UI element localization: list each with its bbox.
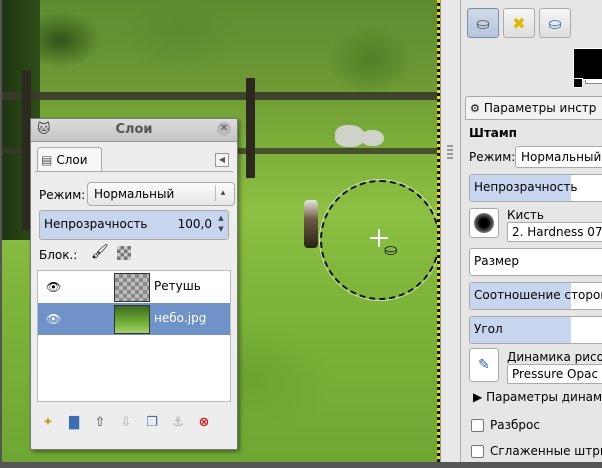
mode-select[interactable]: Нормальный ▴ xyxy=(87,182,235,206)
lower-layer-icon[interactable]: ⇩ xyxy=(115,412,137,432)
raise-layer-icon[interactable]: ⇧ xyxy=(89,412,111,432)
tool-opacity-slider[interactable]: Непрозрачность xyxy=(469,174,602,202)
anchor-layer-icon[interactable]: ⚓ xyxy=(167,412,189,432)
dock-separator[interactable] xyxy=(440,0,462,468)
opacity-slider[interactable]: Непрозрачность 100,0 ▲ ▼ xyxy=(39,210,229,240)
tool-opacity-label: Непрозрачность xyxy=(474,180,578,194)
window-frame-bottom xyxy=(0,462,602,468)
dynamics-select[interactable]: Pressure Opac xyxy=(507,364,602,384)
eye-icon[interactable]: 👁 xyxy=(46,280,62,294)
angle-label: Угол xyxy=(474,322,503,336)
size-label: Размер xyxy=(474,254,520,268)
dynamics-options-label: Параметры динам xyxy=(486,390,602,404)
lock-alpha-icon[interactable] xyxy=(117,246,131,260)
layer-row-sky[interactable]: 👁 небо.jpg xyxy=(38,303,230,335)
tool-options-title: Параметры инстр xyxy=(483,101,597,115)
size-slider[interactable]: Размер xyxy=(469,248,602,276)
tool-buttons: ⛀ ✖ ⛀ xyxy=(467,8,571,38)
dynamics-value: Pressure Opac xyxy=(512,367,599,381)
duplicate-layer-icon[interactable]: ❐ xyxy=(141,412,163,432)
default-colors-icon[interactable] xyxy=(573,78,583,88)
clone-stamp-tool-icon[interactable]: ⛀ xyxy=(467,8,499,38)
lock-pixels-icon[interactable]: 🖌 xyxy=(91,244,109,260)
layer-name[interactable]: Ретушь xyxy=(154,279,201,293)
canvas-rock xyxy=(362,130,384,146)
canvas-dog xyxy=(304,200,318,248)
dynamics-label: Динамика рисо xyxy=(507,350,602,364)
layer-row-retouch[interactable]: 👁 Ретушь xyxy=(38,271,230,303)
layer-thumbnail xyxy=(114,305,150,334)
clone-stamp-cursor-icon: ⛀ xyxy=(384,240,398,259)
lock-label: Блок.: xyxy=(39,248,78,262)
brush-label: Кисть xyxy=(507,208,544,222)
brush-select[interactable]: 2. Hardness 07 xyxy=(507,222,602,242)
eye-icon[interactable]: 👁 xyxy=(46,312,62,326)
scatter-label: Разброс xyxy=(490,418,540,432)
tab-menu-icon[interactable]: ◀ xyxy=(215,153,229,167)
opacity-label: Непрозрачность xyxy=(44,217,148,231)
opacity-value: 100,0 xyxy=(177,217,212,231)
foreground-color-swatch[interactable] xyxy=(573,48,602,80)
new-layer-icon[interactable]: ✦ xyxy=(37,412,59,432)
layer-list: 👁 Ретушь 👁 небо.jpg xyxy=(37,270,231,402)
tool-options-icon: ⚙ xyxy=(470,101,480,115)
delete-layer-icon[interactable]: ⊗ xyxy=(193,412,215,432)
expander-arrow-icon: ▶ xyxy=(473,390,483,404)
brush-dot-icon xyxy=(474,213,494,233)
tool-mode-select[interactable]: Нормальный xyxy=(515,146,602,168)
tool-mode-label: Режим: xyxy=(469,150,516,164)
layers-title: Слои xyxy=(115,122,153,137)
aspect-slider[interactable]: Соотношение сторон xyxy=(469,282,602,310)
brush-value: 2. Hardness 07 xyxy=(512,225,602,239)
window-frame-left xyxy=(0,0,2,468)
toolbox: ⛀ ✖ ⛀ ⚙ Параметры инстр Штамп Режим: Нор… xyxy=(460,0,602,468)
dynamics-icon[interactable]: ✎ xyxy=(469,348,499,382)
checkbox-box[interactable] xyxy=(471,444,484,458)
scatter-checkbox[interactable]: Разброс xyxy=(471,418,540,432)
layer-name[interactable]: небо.jpg xyxy=(154,311,206,325)
heal-tool-icon[interactable]: ✖ xyxy=(503,8,535,38)
spin-arrows-icon[interactable]: ▲ ▼ xyxy=(216,213,226,235)
layers-titlebar[interactable]: 🐱 Слои ✕ xyxy=(31,119,237,142)
dynamics-options-expander[interactable]: ▶ Параметры динам xyxy=(473,390,602,404)
tool-name: Штамп xyxy=(469,126,517,140)
brush-preview[interactable] xyxy=(469,208,499,238)
close-icon[interactable]: ✕ xyxy=(217,122,231,136)
tool-mode-value: Нормальный xyxy=(521,150,602,164)
smooth-checkbox[interactable]: Сглаженные штри xyxy=(471,444,602,458)
layer-thumbnail xyxy=(114,273,150,302)
new-layer-group-icon[interactable]: ▇ xyxy=(63,412,85,432)
tool-options-tab[interactable]: ⚙ Параметры инстр xyxy=(465,96,602,120)
layers-tab-body: Режим: Нормальный ▴ Непрозрачность 100,0… xyxy=(35,171,235,445)
mode-value: Нормальный xyxy=(94,187,175,201)
aspect-label: Соотношение сторон xyxy=(474,288,602,302)
canvas-rock xyxy=(335,125,365,147)
layers-button-bar: ✦ ▇ ⇧ ⇩ ❐ ⚓ ⊗ xyxy=(37,412,215,432)
layers-tab-icon: ▤ xyxy=(41,153,53,167)
combo-arrow-icon: ▴ xyxy=(215,185,230,201)
layers-dialog: 🐱 Слои ✕ ▤ Слои ◀ Режим: Нормальный ▴ Не… xyxy=(30,118,238,450)
tab-layers[interactable]: ▤ Слои xyxy=(37,147,102,172)
canvas-fence-post xyxy=(246,78,255,178)
canvas-fence-rail xyxy=(0,92,440,100)
mode-label: Режим: xyxy=(39,188,86,202)
perspective-clone-tool-icon[interactable]: ⛀ xyxy=(539,8,571,38)
tab-layers-label: Слои xyxy=(56,153,88,167)
smooth-label: Сглаженные штри xyxy=(490,444,602,458)
checkbox-box[interactable] xyxy=(471,418,484,432)
grip-handle-icon[interactable] xyxy=(447,145,453,159)
angle-slider[interactable]: Угол xyxy=(469,316,602,344)
